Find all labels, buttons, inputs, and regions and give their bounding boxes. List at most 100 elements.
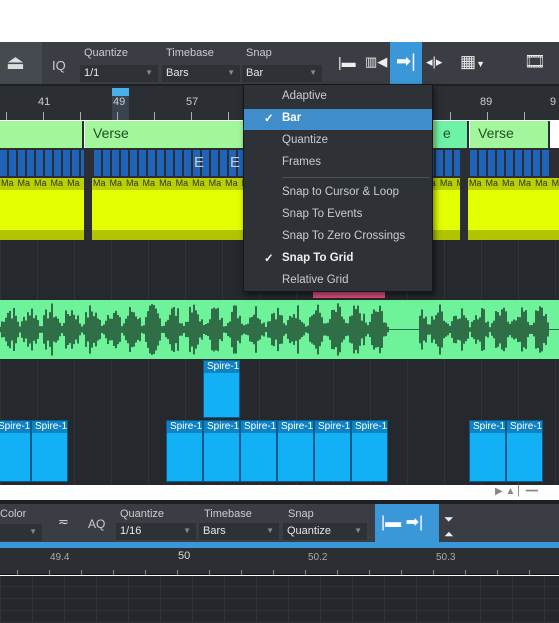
- arranger-section[interactable]: [0, 121, 84, 148]
- paint-tool-icon: ⏏: [6, 52, 25, 74]
- ruler-mark: 49.4: [50, 552, 70, 563]
- iq-button[interactable]: IQ: [52, 58, 66, 73]
- clip-title: Spire-1: [32, 421, 67, 433]
- ruler-tick: [17, 570, 18, 575]
- timebase-select[interactable]: Bars: [162, 65, 240, 82]
- menu-item[interactable]: ✓ Bar: [244, 109, 432, 130]
- ruler-tick: [145, 570, 146, 575]
- menu-item-label: Quantize: [282, 134, 329, 146]
- ruler-tick: [117, 112, 118, 120]
- snap-toggle-button[interactable]: ➡|: [390, 42, 422, 84]
- instrument-clip[interactable]: Spire-1: [203, 420, 240, 482]
- chord-label: E: [230, 154, 241, 171]
- grid-add-icon[interactable]: ▦▼: [460, 52, 485, 72]
- clip-label: Ma: [439, 178, 453, 188]
- tool-button[interactable]: ⏏: [0, 42, 42, 84]
- instrument-clip[interactable]: Spire-1: [0, 420, 31, 482]
- clip-label: Ma: [208, 178, 222, 188]
- scroll-controls[interactable]: ▶ ▲ ▏━━: [495, 486, 538, 497]
- instrument-clip[interactable]: Spire-1: [277, 420, 314, 482]
- menu-separator: [282, 177, 430, 178]
- instrument-clip[interactable]: Spire-1: [506, 420, 543, 482]
- menu-item[interactable]: Adaptive: [244, 87, 432, 108]
- check-icon: ✓: [264, 113, 274, 125]
- ruler-tick: [450, 112, 451, 120]
- ruler-tick: [369, 570, 370, 575]
- editor-snap-buttons[interactable]: |▬ ➡|: [375, 504, 439, 542]
- menu-item-label: Snap To Grid: [282, 252, 354, 264]
- ruler-tick: [305, 570, 306, 575]
- aq-button[interactable]: AQ: [88, 517, 105, 531]
- menu-item-label: Snap To Zero Crossings: [282, 230, 406, 242]
- color-select[interactable]: [0, 524, 42, 541]
- instrument-clip[interactable]: Spire-1: [314, 420, 351, 482]
- menu-item[interactable]: Quantize: [244, 131, 432, 152]
- instrument-clip[interactable]: Spire-1: [351, 420, 388, 482]
- instrument-clip[interactable]: Spire-1: [31, 420, 68, 482]
- ruler-mark: 50.3: [436, 552, 456, 563]
- menu-item[interactable]: ✓ Snap To Grid: [244, 249, 432, 270]
- menu-item[interactable]: Snap To Events: [244, 205, 432, 226]
- clip-label: Ma: [34, 178, 47, 188]
- loop-marker[interactable]: [112, 88, 129, 96]
- menu-item-label: Snap to Cursor & Loop: [282, 186, 399, 198]
- ruler-tick: [497, 570, 498, 575]
- clip-title: Spire-1: [352, 421, 387, 433]
- ruler-tick: [80, 112, 81, 120]
- instrument-clip[interactable]: Spire-1: [469, 420, 506, 482]
- bar-number: 49: [113, 96, 126, 108]
- snap-select[interactable]: Bar: [242, 65, 322, 82]
- film-icon[interactable]: 🎞: [524, 52, 546, 72]
- clip-label: Ma: [469, 178, 482, 188]
- snap-label: Snap: [288, 508, 314, 520]
- snap-grid-icon[interactable]: |▬: [338, 54, 356, 70]
- audio-clip[interactable]: [0, 300, 559, 359]
- clip-title: Spire-1: [241, 421, 276, 433]
- arranger-section[interactable]: e: [435, 121, 469, 148]
- clip-label: Ma: [67, 178, 80, 188]
- clip-label: Ma: [551, 178, 559, 188]
- ruler-tick: [273, 570, 274, 575]
- editor-timebase-select[interactable]: Bars: [199, 523, 279, 540]
- arrow-right-bar-icon: ➡|: [396, 51, 416, 71]
- menu-item-label: Frames: [282, 156, 321, 168]
- ruler-tick: [191, 112, 192, 120]
- menu-item[interactable]: Snap to Cursor & Loop: [244, 183, 432, 204]
- collapse-icon[interactable]: ⏷ ⏶: [444, 512, 454, 542]
- editor-snap-select[interactable]: Quantize: [283, 523, 367, 540]
- clip-label: Ma: [535, 178, 548, 188]
- check-icon: ✓: [264, 253, 274, 265]
- chord-events[interactable]: [0, 150, 84, 176]
- piano-roll-grid[interactable]: [0, 576, 559, 623]
- pattern-clips[interactable]: MaMaMaMaMaMaMa: [0, 178, 84, 240]
- editor-quantize-select[interactable]: 1/16: [116, 523, 196, 540]
- menu-item[interactable]: Frames: [244, 153, 432, 174]
- pattern-clips[interactable]: MaMaMaMaMaMaMaMa: [468, 178, 559, 240]
- clip-label: Ma: [51, 178, 64, 188]
- instrument-clip[interactable]: Spire-1: [240, 420, 277, 482]
- split-icon[interactable]: ◂|▸: [426, 54, 442, 70]
- chord-events[interactable]: [470, 150, 550, 176]
- menu-item[interactable]: Snap To Zero Crossings: [244, 227, 432, 248]
- instrument-clip[interactable]: Spire-1: [166, 420, 203, 482]
- waveform-path: [0, 303, 559, 356]
- menu-item[interactable]: Relative Grid: [244, 271, 432, 292]
- menu-item-label: Adaptive: [282, 90, 327, 102]
- instrument-clip[interactable]: Spire-1: [203, 360, 240, 418]
- editor-ruler[interactable]: 49.4 50 50.2 50.3: [0, 548, 559, 575]
- clip-title: Spire-1: [204, 421, 239, 433]
- clip-title: Spire-1: [507, 421, 542, 433]
- ruler-tick: [465, 570, 466, 575]
- ruler-tick: [177, 570, 178, 575]
- clip-title: Spire-1: [167, 421, 202, 433]
- clip-label: Ma: [18, 178, 31, 188]
- ruler-tick: [401, 570, 402, 575]
- bar-number: 9: [550, 96, 557, 108]
- bar-number: 41: [38, 96, 51, 108]
- quantize-select[interactable]: 1/1: [80, 65, 158, 82]
- velocity-icon[interactable]: ≂: [58, 514, 69, 530]
- snap-events-icon[interactable]: ▥◀: [365, 54, 387, 70]
- arranger-section-verse[interactable]: Verse: [470, 121, 550, 148]
- clip-label: Ma: [225, 178, 238, 188]
- ruler-tick: [113, 570, 114, 575]
